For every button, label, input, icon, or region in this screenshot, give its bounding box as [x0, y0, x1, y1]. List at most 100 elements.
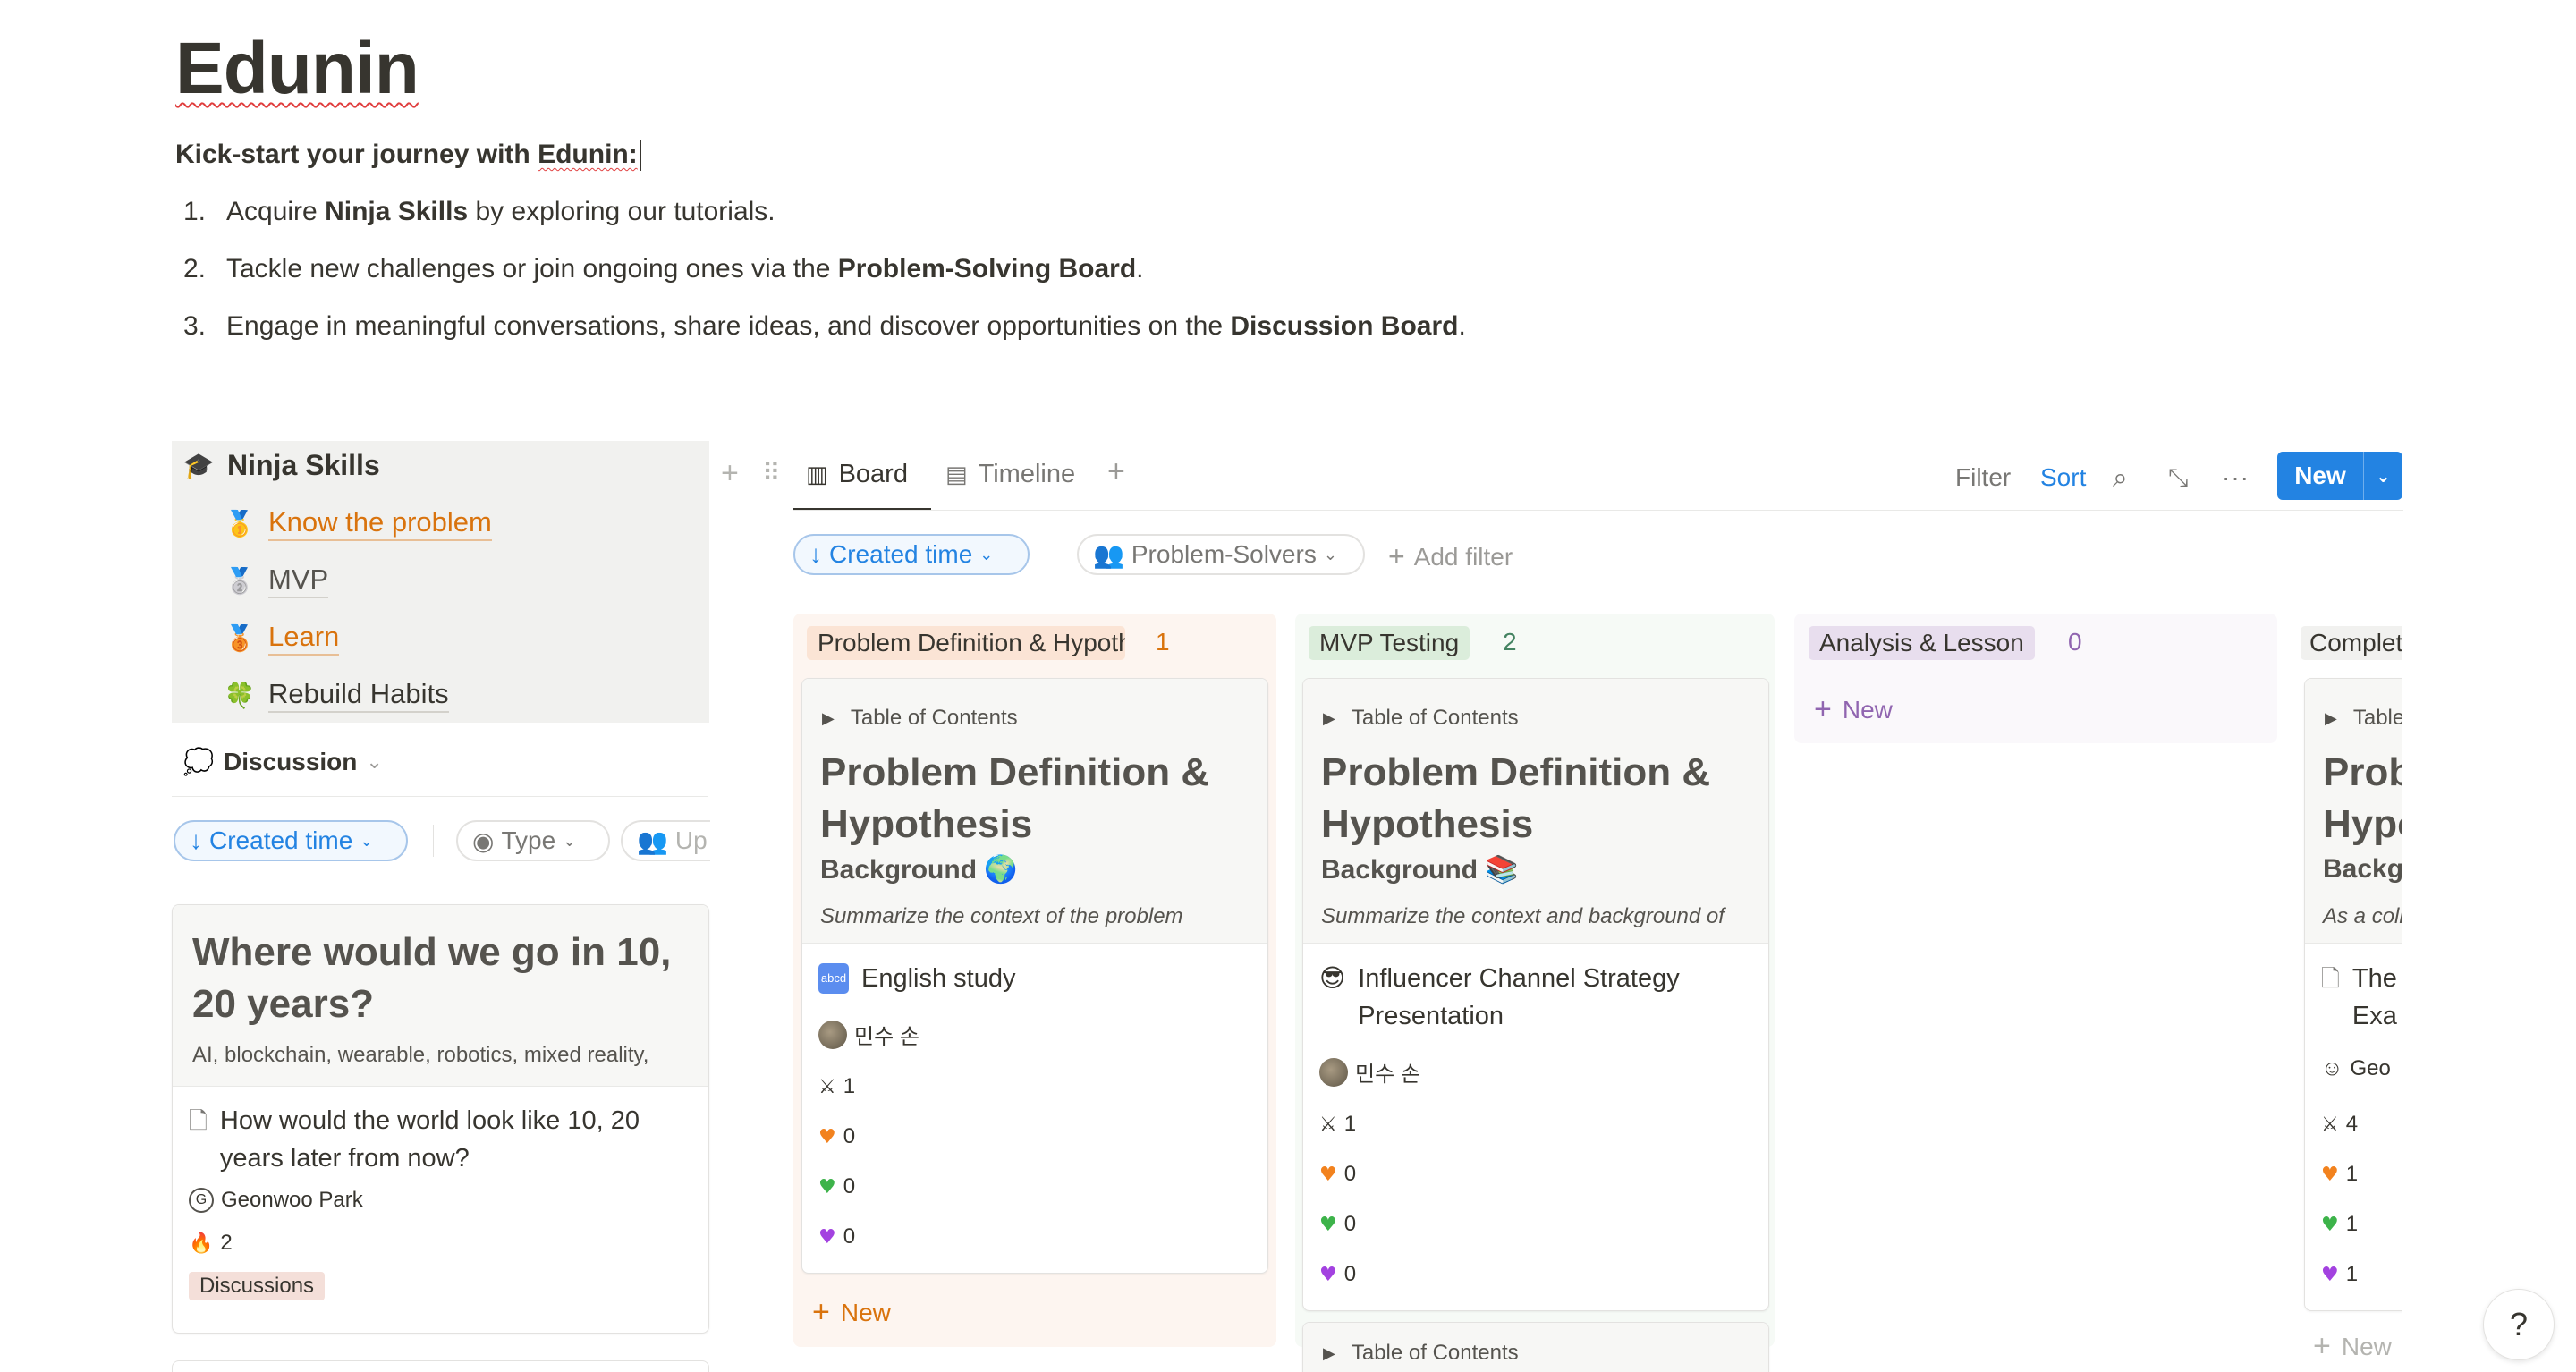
crossed-swords-icon: ⚔ [2321, 1113, 2339, 1136]
card-orange-heart: ♥ 1 [2321, 1162, 2359, 1186]
people-icon: 👥 [637, 826, 668, 855]
robot-avatar-icon: ☺ [2321, 1056, 2343, 1080]
green-heart-icon: ♥ [2321, 1213, 2339, 1236]
card-preview: Where would we go in 10, 20 years? AI, b… [173, 905, 708, 1087]
column-tag[interactable]: Problem Definition & Hypothesis [807, 626, 1125, 660]
card-title: abcd English study [818, 960, 1016, 997]
filter-button[interactable]: Filter [1955, 463, 2011, 492]
column-count: 1 [1156, 628, 1170, 656]
divider [433, 825, 434, 857]
triangle-right-icon: ▶ [1323, 1343, 1335, 1362]
document-icon: 🗋 [189, 1107, 208, 1134]
chevron-down-icon: ⌄ [979, 545, 994, 563]
arrow-down-icon: ↓ [809, 540, 822, 568]
discussion-card-next[interactable] [172, 1360, 709, 1372]
green-heart-icon: ♥ [818, 1175, 836, 1198]
card-author: 민수 손 [818, 1019, 919, 1050]
discussion-view-menu[interactable]: 💭 Discussion ⌄ [182, 747, 383, 776]
step-2: 2. Tackle new challenges or join ongoing … [183, 254, 1144, 284]
step-1: 1. Acquire Ninja Skills by exploring our … [183, 197, 775, 226]
tab-board[interactable]: ▥ Board [806, 460, 908, 489]
discussion-card[interactable]: Where would we go in 10, 20 years? AI, b… [172, 904, 709, 1334]
divider [793, 510, 2403, 511]
more-options-icon[interactable]: ··· [2222, 463, 2250, 492]
triangle-right-icon: ▶ [2325, 708, 2337, 727]
page-title: Edunin [175, 28, 419, 109]
card-title: 😎 Influencer Channel Strategy Presentatio… [1319, 960, 1680, 1035]
chevron-down-icon: ⌄ [366, 750, 383, 773]
plus-icon: + [2313, 1329, 2331, 1363]
crossed-swords-icon: ⚔ [1319, 1113, 1337, 1136]
column-new-button[interactable]: + New [1814, 692, 1893, 727]
expand-icon[interactable]: ⤡ [2168, 463, 2188, 493]
four-leaf-clover-icon: 🍀 [224, 681, 256, 710]
column-tag[interactable]: Completed [2301, 626, 2402, 660]
card-green-heart: ♥ 0 [818, 1174, 856, 1198]
card-author: G Geonwoo Park [189, 1188, 363, 1213]
ninja-skills-heading[interactable]: 🎓 Ninja Skills [182, 449, 380, 482]
avatar [818, 1020, 847, 1049]
board-card[interactable]: ▶Table of Contents Problem Definition &H… [801, 678, 1268, 1274]
chevron-down-icon: ⌄ [1323, 545, 1337, 563]
card-swords: ⚔ 1 [818, 1074, 856, 1098]
board-created-time-filter[interactable]: ↓ Created time ⌄ [793, 534, 1030, 575]
card-author: ☺ Geo [2321, 1056, 2391, 1080]
chevron-down-icon[interactable]: ⌄ [2364, 465, 2402, 487]
intro-text[interactable]: Kick-start your journey with Edunin: [175, 140, 641, 172]
new-button[interactable]: New ⌄ [2277, 452, 2402, 500]
plus-icon: + [1388, 540, 1405, 572]
discussion-created-time-filter[interactable]: ↓ Created time ⌄ [174, 820, 408, 861]
card-purple-heart: ♥ 0 [1319, 1262, 1357, 1286]
ninja-item-rebuild-habits[interactable]: 🍀 Rebuild Habits [224, 678, 449, 713]
column-tag[interactable]: Analysis & Lesson [1809, 626, 2035, 660]
board-card[interactable]: ▶Table of Contents Problem Definition &H… [2304, 678, 2402, 1311]
discussion-up-filter[interactable]: 👥 Up [621, 820, 710, 861]
card-author: 민수 손 [1319, 1056, 1420, 1088]
add-filter-button[interactable]: + Add filter [1388, 540, 1513, 573]
column-tag[interactable]: MVP Testing [1309, 626, 1470, 660]
board-card[interactable]: ▶Table of Contents Problem Definition &H… [1302, 678, 1769, 1311]
column-new-button[interactable]: + New [812, 1295, 891, 1330]
g-avatar-icon: G [189, 1188, 214, 1213]
orange-heart-icon: ♥ [1319, 1163, 1337, 1186]
card-title: 🗋 The Exa [2321, 960, 2397, 1035]
discussion-type-filter[interactable]: ◉ Type ⌄ [456, 820, 610, 861]
crossed-swords-icon: ⚔ [818, 1075, 836, 1098]
column-new-button[interactable]: + New [2313, 1329, 2392, 1364]
card-tag: Discussions [189, 1272, 326, 1300]
ninja-item-know-the-problem[interactable]: 🥇 Know the problem [224, 506, 492, 541]
column-count: 2 [1503, 628, 1517, 656]
purple-heart-icon: ♥ [1319, 1263, 1337, 1286]
card-preview: ▶Table of Contents Problem Definition &H… [1303, 679, 1768, 944]
problem-solvers-filter[interactable]: 👥 Problem-Solvers ⌄ [1077, 534, 1365, 575]
sort-button[interactable]: Sort [2040, 463, 2086, 492]
filter-circle-icon: ◉ [472, 826, 495, 855]
step-3: 3. Engage in meaningful conversations, sh… [183, 311, 1466, 341]
triangle-right-icon: ▶ [822, 708, 835, 727]
search-icon[interactable]: ⌕ [2113, 463, 2128, 494]
card-fire-count: 🔥 2 [189, 1231, 233, 1255]
arrow-down-icon: ↓ [190, 826, 202, 854]
card-preview: ▶Table of Contents Problem Definition &H… [2305, 679, 2402, 944]
ninja-item-mvp[interactable]: 🥈 MVP [224, 563, 329, 598]
column-count: 0 [2068, 628, 2082, 656]
card-green-heart: ♥ 1 [2321, 1212, 2359, 1236]
abcd-icon: abcd [818, 963, 849, 994]
card-swords: ⚔ 1 [1319, 1112, 1357, 1136]
orange-heart-icon: ♥ [818, 1125, 836, 1148]
help-button[interactable]: ? [2483, 1289, 2555, 1360]
card-purple-heart: ♥ 1 [2321, 1262, 2359, 1286]
card-orange-heart: ♥ 0 [1319, 1162, 1357, 1186]
card-title: 🗋 How would the world look like 10, 20 y… [189, 1102, 690, 1177]
add-view-icon[interactable]: + [1107, 454, 1125, 489]
ninja-item-learn[interactable]: 🥉 Learn [224, 621, 340, 656]
board-card[interactable]: ▶ Table of Contents [1302, 1322, 1769, 1372]
timeline-icon: ▤ [945, 461, 968, 487]
add-block-icon[interactable]: + [721, 456, 739, 491]
orange-heart-icon: ♥ [2321, 1163, 2339, 1186]
card-green-heart: ♥ 0 [1319, 1212, 1357, 1236]
chevron-down-icon: ⌄ [360, 831, 374, 850]
cool-face-icon: 😎 [1319, 963, 1346, 993]
drag-handle-icon[interactable]: ⠿ [762, 458, 780, 487]
tab-timeline[interactable]: ▤ Timeline [945, 460, 1075, 489]
